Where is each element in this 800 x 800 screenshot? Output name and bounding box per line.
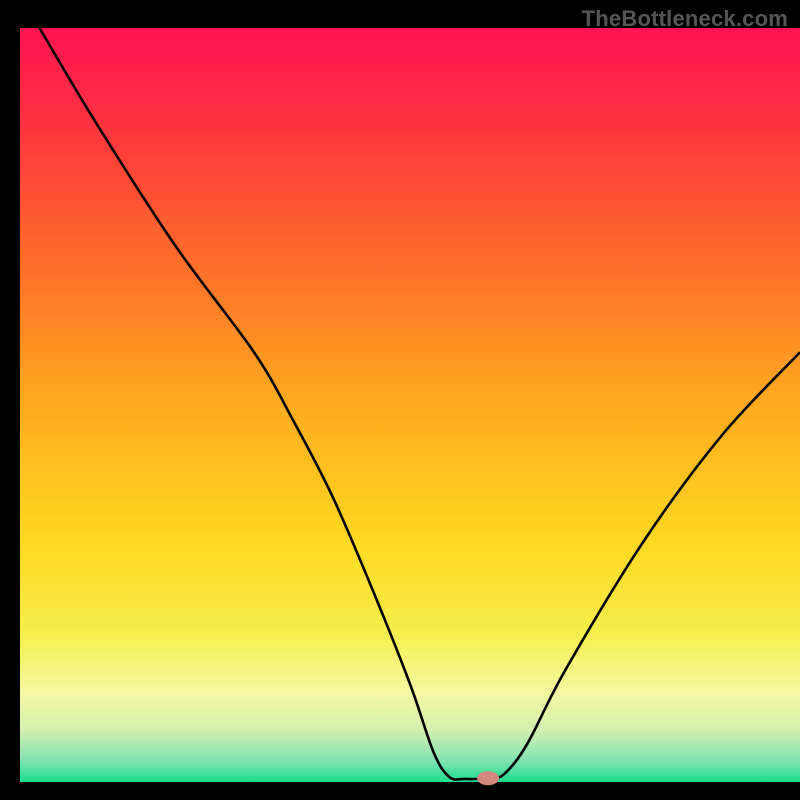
optimal-marker bbox=[477, 771, 499, 785]
bottleneck-chart: TheBottleneck.com bbox=[0, 0, 800, 800]
watermark-label: TheBottleneck.com bbox=[582, 6, 788, 32]
plot-background bbox=[20, 28, 800, 782]
chart-svg bbox=[0, 0, 800, 800]
